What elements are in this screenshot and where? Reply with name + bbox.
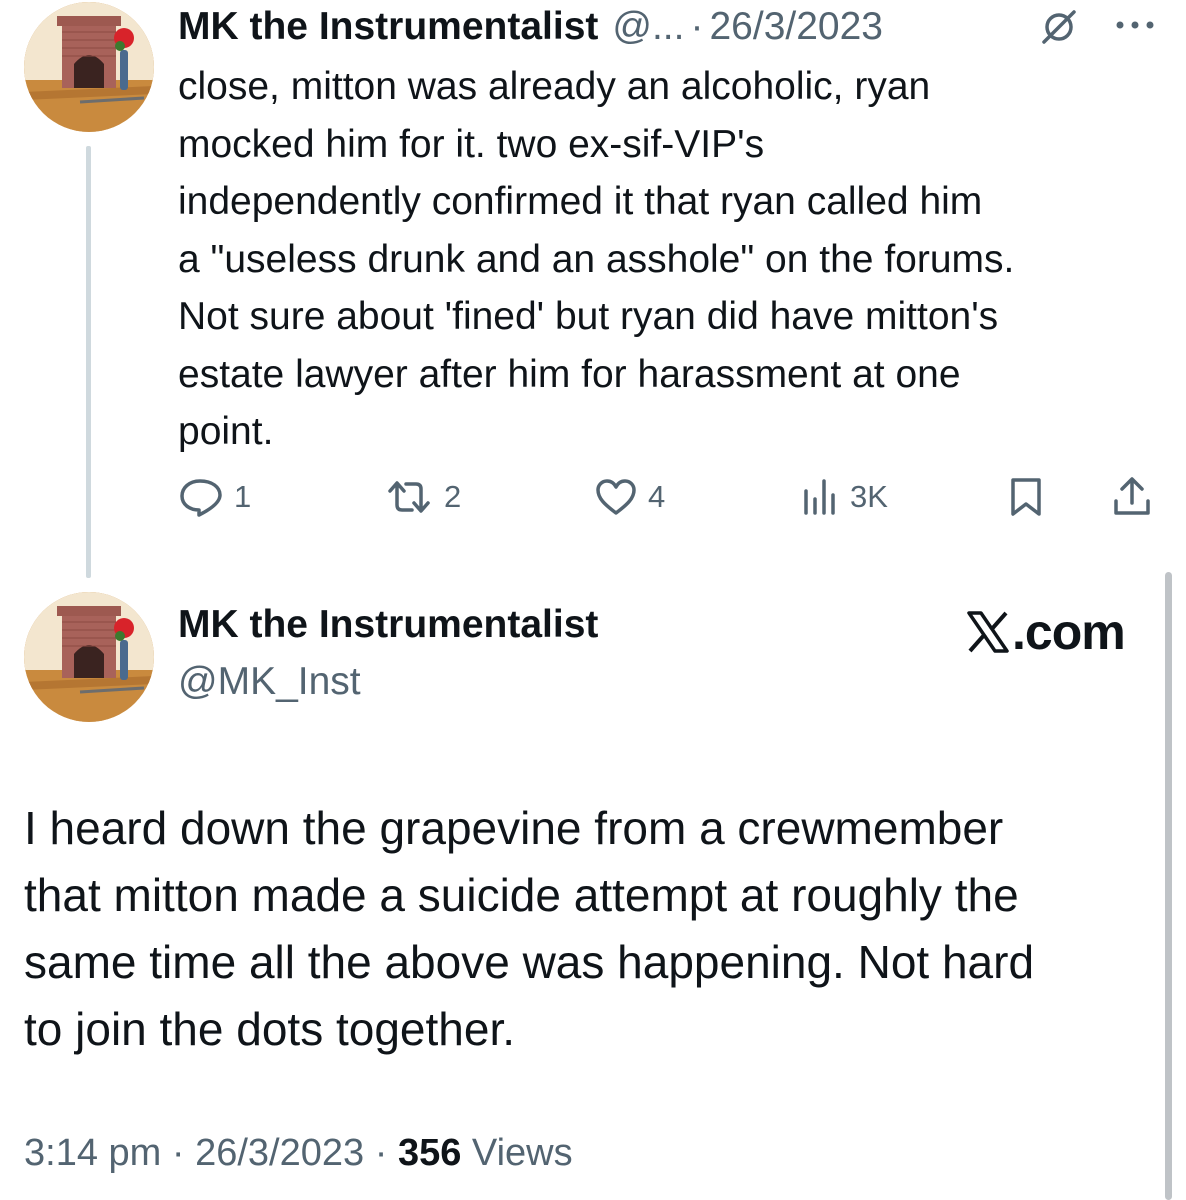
scrollbar[interactable]	[1165, 572, 1172, 1200]
thread-connector-line	[86, 146, 91, 578]
reply-text-line: Not sure about 'fined' but ryan did have…	[178, 295, 999, 338]
main-tweet-author-handle[interactable]: @MK_Inst	[178, 660, 361, 704]
grok-icon[interactable]	[1040, 8, 1078, 51]
avatar-image	[24, 592, 154, 722]
share-icon	[1114, 477, 1150, 515]
like-count: 4	[648, 479, 666, 514]
x-com-text: .com	[1012, 604, 1126, 660]
like-icon	[596, 479, 636, 515]
avatar-image	[24, 2, 154, 132]
reply-author-handle[interactable]: @...	[612, 5, 684, 49]
main-tweet-text-line: that mitton made a suicide attempt at ro…	[24, 869, 1019, 921]
x-logo-icon	[967, 611, 1009, 653]
main-tweet-meta: 3:14 pm · 26/3/2023 · 356 Views	[24, 1132, 573, 1175]
reply-text-line: point.	[178, 410, 274, 453]
reply-text-line: estate lawyer after him for harassment a…	[178, 352, 961, 396]
like-button[interactable]: 4	[594, 472, 665, 522]
x-com-watermark: .com	[966, 604, 1126, 660]
reply-header: MK the Instrumentalist @... · 26/3/2023	[178, 2, 883, 52]
main-tweet-text-line: same time all the above was happening. N…	[24, 936, 1035, 988]
reply-button[interactable]: 1	[178, 472, 251, 522]
bookmark-icon	[1011, 478, 1041, 516]
meta-separator: ·	[171, 1132, 185, 1174]
views-button[interactable]: 3K	[800, 472, 888, 522]
tweet-views-label: Views	[471, 1132, 573, 1174]
reply-text-line: mocked him for it. two ex-sif-VIP's	[178, 122, 765, 166]
tweet-views-count: 356	[397, 1132, 462, 1174]
share-button[interactable]	[1110, 472, 1154, 522]
tweet-date[interactable]: 26/3/2023	[195, 1132, 364, 1174]
views-icon	[804, 479, 835, 515]
main-tweet-text-line: I heard down the grapevine from a crewme…	[24, 802, 1004, 854]
reply-text-line: a "useless drunk and an asshole" on the …	[178, 237, 1015, 281]
meta-separator: ·	[374, 1132, 388, 1174]
reply-text: close, mitton was already an alcoholic, …	[178, 58, 1158, 461]
main-tweet-text: I heard down the grapevine from a crewme…	[24, 795, 1134, 1063]
reply-separator: ·	[690, 5, 704, 48]
views-count: 3K	[850, 479, 888, 514]
reply-author-name[interactable]: MK the Instrumentalist	[178, 5, 598, 49]
bookmark-button[interactable]	[1006, 472, 1046, 522]
reply-date[interactable]: 26/3/2023	[709, 5, 883, 49]
main-tweet-text-line: to join the dots together.	[24, 1003, 516, 1055]
reply-text-line: independently confirmed it that ryan cal…	[178, 180, 983, 223]
reply-count: 1	[234, 479, 252, 514]
reply-text-line: close, mitton was already an alcoholic, …	[178, 65, 931, 108]
main-tweet-avatar[interactable]	[24, 592, 154, 722]
more-icon[interactable]	[1114, 18, 1156, 36]
reply-icon	[180, 479, 222, 517]
tweet-time[interactable]: 3:14 pm	[24, 1132, 161, 1174]
reply-avatar[interactable]	[24, 2, 154, 132]
repost-button[interactable]: 2	[384, 472, 461, 522]
repost-count: 2	[444, 479, 462, 514]
main-tweet-author-name[interactable]: MK the Instrumentalist	[178, 603, 598, 647]
repost-icon	[388, 481, 430, 513]
